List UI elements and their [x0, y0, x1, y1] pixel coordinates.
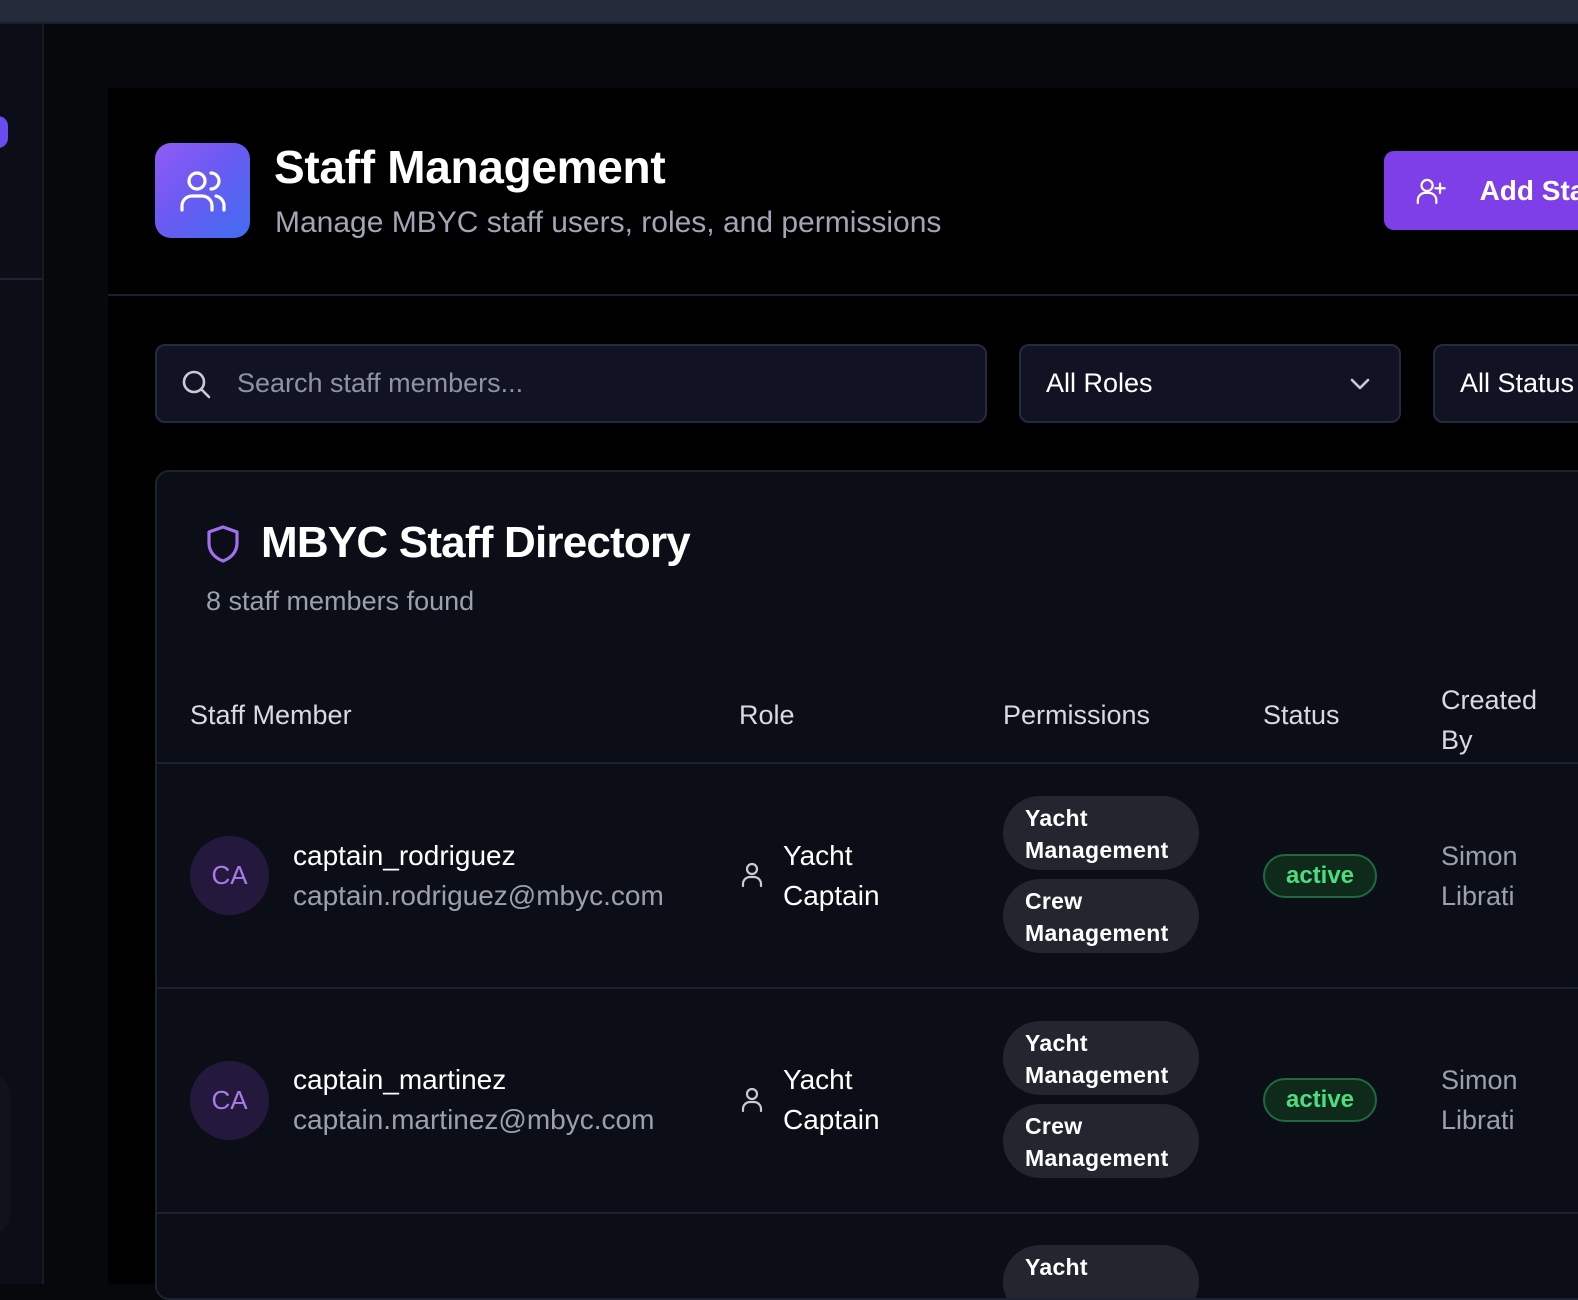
column-header-created-by[interactable]: Created By: [1441, 680, 1561, 760]
status-badge: active: [1263, 1078, 1377, 1122]
sidebar-divider: [0, 278, 42, 280]
staff-role: Yacht Captain: [783, 840, 880, 911]
staff-email: captain.martinez@mbyc.com: [293, 1104, 655, 1135]
main-panel: Staff Management Manage MBYC staff users…: [108, 88, 1578, 1300]
table-header-divider: [157, 762, 1578, 764]
permission-badge: Yacht: [1003, 1245, 1199, 1298]
column-header-staff-member[interactable]: Staff Member: [190, 700, 352, 731]
add-staff-label: Add Staff: [1479, 174, 1578, 206]
user-icon: [741, 862, 763, 888]
permission-badge: Yacht Management: [1003, 796, 1199, 870]
staff-email: captain.rodriguez@mbyc.com: [293, 880, 664, 911]
roles-filter-select[interactable]: All Roles: [1019, 344, 1401, 423]
staff-directory-card: MBYC Staff Directory 8 staff members fou…: [155, 470, 1578, 1300]
avatar: CA: [190, 1061, 269, 1140]
window-top-bar: [0, 0, 1578, 24]
column-header-permissions[interactable]: Permissions: [1003, 700, 1150, 731]
staff-username: captain_rodriguez: [293, 840, 516, 871]
sidebar-shadow: [0, 1074, 10, 1234]
column-header-status[interactable]: Status: [1263, 700, 1340, 731]
users-icon: [155, 143, 250, 238]
row-divider: [157, 1212, 1578, 1214]
add-staff-button[interactable]: Add Staff: [1384, 151, 1578, 230]
staff-role: Yacht Captain: [783, 1064, 880, 1135]
header-divider: [108, 294, 1578, 296]
avatar: CA: [190, 836, 269, 915]
column-header-role[interactable]: Role: [739, 700, 795, 731]
permission-badge: Yacht Management: [1003, 1021, 1199, 1095]
sidebar: [0, 24, 44, 1284]
permission-badge: Crew Management: [1003, 1104, 1199, 1178]
shield-icon: [207, 525, 239, 563]
search-input[interactable]: [235, 367, 939, 400]
page-title: Staff Management: [274, 141, 666, 193]
roles-filter-value: All Roles: [1046, 368, 1153, 398]
page-subtitle: Manage MBYC staff users, roles, and perm…: [275, 206, 942, 239]
staff-username: captain_martinez: [293, 1064, 507, 1095]
user-icon: [741, 1087, 763, 1113]
chevron-down-icon: [1350, 378, 1370, 390]
created-by: Simon Librati: [1441, 841, 1518, 911]
status-badge: active: [1263, 854, 1377, 898]
status-filter-value: All Status: [1460, 368, 1575, 398]
created-by: Simon Librati: [1441, 1065, 1518, 1135]
search-icon: [182, 370, 211, 398]
search-field[interactable]: [155, 344, 987, 423]
user-plus-icon: [1416, 178, 1446, 204]
row-divider: [157, 987, 1578, 989]
directory-title: MBYC Staff Directory: [261, 518, 691, 567]
directory-count: 8 staff members found: [206, 586, 475, 616]
permission-badge: Crew Management: [1003, 879, 1199, 953]
sidebar-active-indicator[interactable]: [0, 116, 8, 148]
status-filter-select[interactable]: All Status: [1433, 344, 1578, 423]
